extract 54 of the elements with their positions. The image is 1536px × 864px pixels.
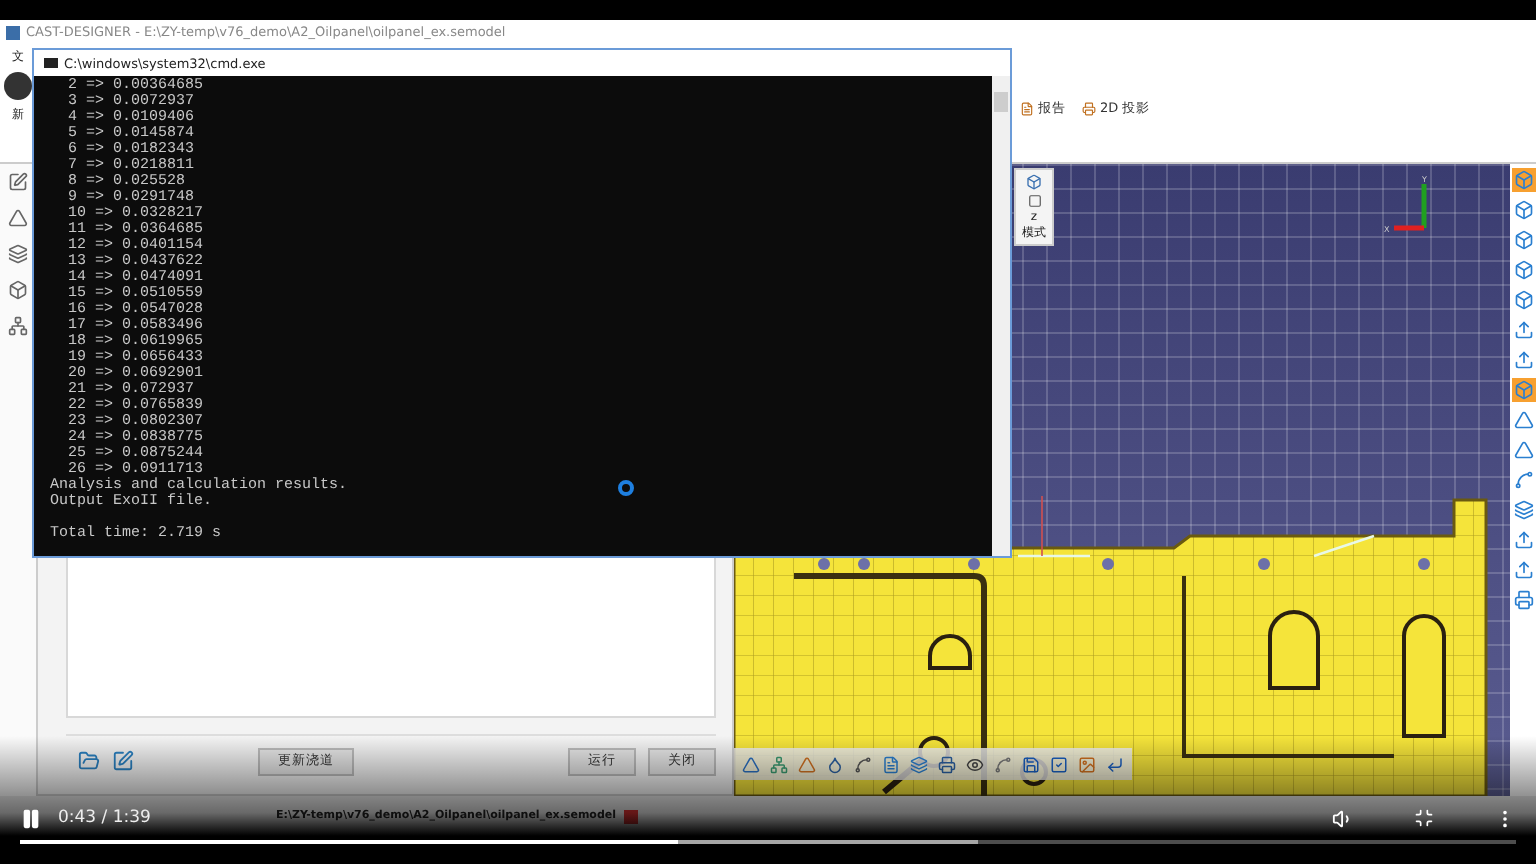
image-icon[interactable] <box>1078 755 1096 773</box>
scrollbar-thumb[interactable] <box>994 92 1008 112</box>
edit-icon[interactable] <box>8 172 28 192</box>
curve-icon[interactable] <box>1511 468 1535 492</box>
triangle-icon[interactable] <box>1511 408 1535 432</box>
printer-icon[interactable] <box>1511 588 1535 612</box>
pause-button[interactable] <box>20 807 42 829</box>
cube-icon[interactable] <box>1511 228 1535 252</box>
return-arrow-icon[interactable] <box>1106 755 1124 773</box>
triangle-icon[interactable] <box>8 208 28 228</box>
volume-button[interactable] <box>1332 807 1354 829</box>
droplet-icon[interactable] <box>826 755 844 773</box>
speaker-icon <box>1332 807 1354 829</box>
layers-icon[interactable] <box>1511 498 1535 522</box>
cube-icon[interactable] <box>1511 198 1535 222</box>
upload-icon[interactable] <box>1511 558 1535 582</box>
save-icon[interactable] <box>1022 755 1040 773</box>
upload-icon[interactable] <box>1511 348 1535 372</box>
folder-icon[interactable] <box>78 750 100 772</box>
scrollbar[interactable] <box>992 76 1010 556</box>
exit-fullscreen-icon <box>1414 808 1434 828</box>
app-icon <box>6 25 20 39</box>
cube-icon[interactable] <box>1511 168 1535 192</box>
curve-icon[interactable] <box>994 755 1012 773</box>
close-tab-button[interactable] <box>624 809 639 823</box>
exit-fullscreen-button[interactable] <box>1414 808 1434 828</box>
file-icon[interactable] <box>882 755 900 773</box>
cube-icon[interactable] <box>1511 288 1535 312</box>
triangle-icon[interactable] <box>1511 438 1535 462</box>
checkbox-icon[interactable] <box>1050 755 1068 773</box>
curve-icon[interactable] <box>854 755 872 773</box>
layers-icon[interactable] <box>910 755 928 773</box>
playback-time: 0:43 / 1:39 <box>58 808 151 828</box>
cube-icon[interactable] <box>1511 378 1535 402</box>
printer-icon[interactable] <box>938 755 956 773</box>
loading-ring-icon <box>618 480 634 496</box>
square-icon[interactable] <box>1027 194 1041 208</box>
cube-icon[interactable] <box>8 280 28 300</box>
cube-icon[interactable] <box>1026 174 1042 190</box>
console-icon <box>44 58 58 68</box>
network-icon[interactable] <box>8 316 28 336</box>
pause-icon <box>20 807 42 829</box>
triangle-icon[interactable] <box>798 755 816 773</box>
upload-icon[interactable] <box>1511 318 1535 342</box>
layers-icon[interactable] <box>8 244 28 264</box>
eye-icon[interactable] <box>966 755 984 773</box>
printer-icon <box>1082 102 1096 116</box>
document-icon <box>1020 102 1034 116</box>
app-logo-icon[interactable] <box>4 72 32 100</box>
upload-icon[interactable] <box>1511 528 1535 552</box>
edit-icon[interactable] <box>112 750 134 772</box>
network-icon[interactable] <box>770 755 788 773</box>
cube-icon[interactable] <box>1511 258 1535 282</box>
triangle-icon[interactable] <box>742 755 760 773</box>
